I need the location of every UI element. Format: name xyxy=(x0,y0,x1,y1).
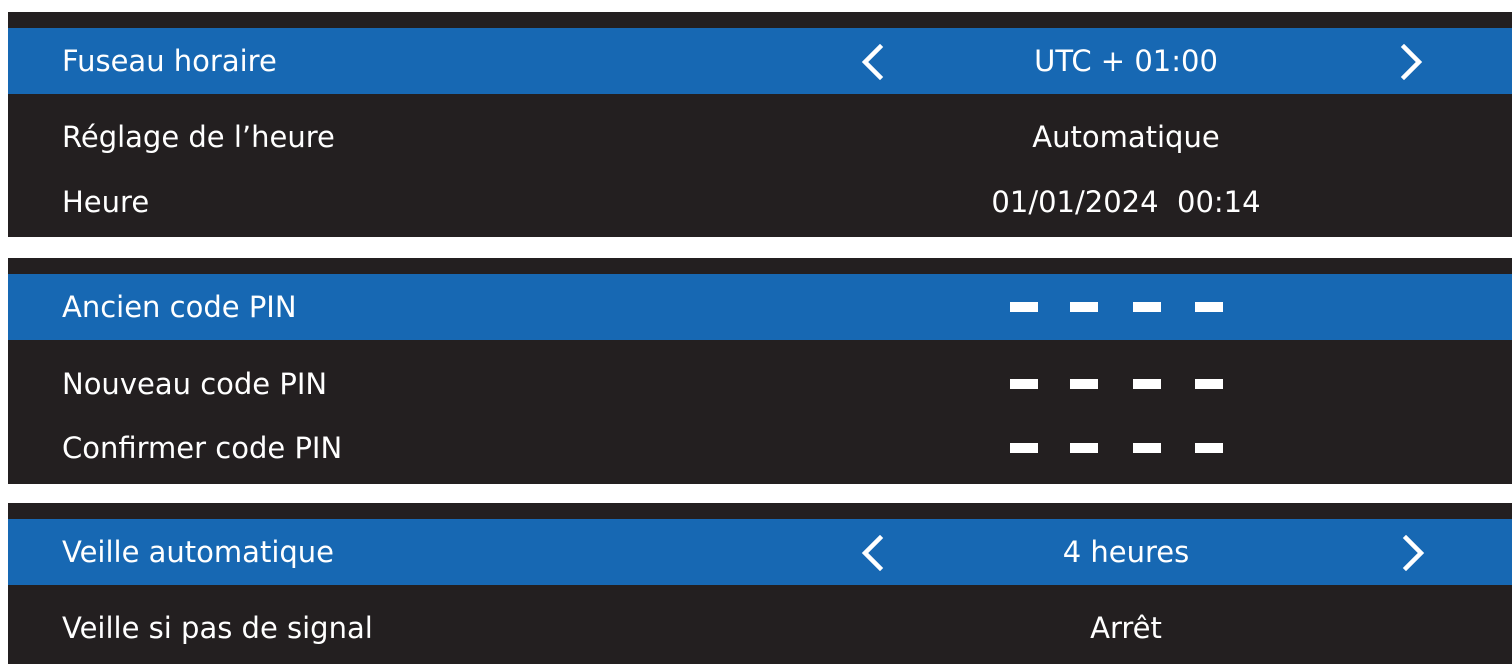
clock-mode-value: Automatique xyxy=(1032,120,1220,154)
time-settings-panel: Fuseau horaire UTC + 01:00 Réglage de l’… xyxy=(8,12,1512,237)
chevron-right-icon[interactable] xyxy=(1400,535,1428,571)
chevron-right-icon[interactable] xyxy=(1398,44,1426,80)
pin-digit-placeholder xyxy=(1010,302,1038,312)
timezone-label: Fuseau horaire xyxy=(62,44,277,78)
confirm-pin-input[interactable] xyxy=(1010,443,1230,453)
no-signal-sleep-value: Arrêt xyxy=(1090,611,1162,645)
old-pin-label: Ancien code PIN xyxy=(62,290,297,324)
pin-settings-panel: Ancien code PIN Nouveau code PIN Confirm… xyxy=(8,258,1512,484)
timezone-value: UTC + 01:00 xyxy=(1034,44,1218,78)
old-pin-input[interactable] xyxy=(1010,302,1230,312)
new-pin-input[interactable] xyxy=(1010,379,1230,389)
no-signal-sleep-label: Veille si pas de signal xyxy=(62,611,373,645)
timezone-row[interactable]: Fuseau horaire UTC + 01:00 xyxy=(8,28,1512,94)
no-signal-sleep-row[interactable]: Veille si pas de signal Arrêt xyxy=(8,595,1512,661)
pin-digit-placeholder xyxy=(1195,443,1223,453)
clock-label: Heure xyxy=(62,185,150,219)
pin-digit-placeholder xyxy=(1133,379,1161,389)
pin-digit-placeholder xyxy=(1010,443,1038,453)
auto-sleep-value: 4 heures xyxy=(1062,535,1190,569)
pin-digit-placeholder xyxy=(1070,379,1098,389)
old-pin-row[interactable]: Ancien code PIN xyxy=(8,274,1512,340)
pin-digit-placeholder xyxy=(1010,379,1038,389)
new-pin-row[interactable]: Nouveau code PIN xyxy=(8,351,1512,417)
pin-digit-placeholder xyxy=(1195,302,1223,312)
sleep-settings-panel: Veille automatique 4 heures Veille si pa… xyxy=(8,503,1512,664)
auto-sleep-label: Veille automatique xyxy=(62,535,335,569)
pin-digit-placeholder xyxy=(1070,302,1098,312)
clock-row[interactable]: Heure 01/01/2024 00:14 xyxy=(8,169,1512,235)
confirm-pin-row[interactable]: Confirmer code PIN xyxy=(8,415,1512,481)
clock-mode-label: Réglage de l’heure xyxy=(62,120,335,154)
pin-digit-placeholder xyxy=(1070,443,1098,453)
clock-value: 01/01/2024 00:14 xyxy=(991,185,1261,219)
auto-sleep-row[interactable]: Veille automatique 4 heures xyxy=(8,519,1512,585)
confirm-pin-label: Confirmer code PIN xyxy=(62,431,343,465)
pin-digit-placeholder xyxy=(1133,302,1161,312)
new-pin-label: Nouveau code PIN xyxy=(62,367,328,401)
pin-digit-placeholder xyxy=(1195,379,1223,389)
pin-digit-placeholder xyxy=(1133,443,1161,453)
clock-mode-row[interactable]: Réglage de l’heure Automatique xyxy=(8,104,1512,170)
